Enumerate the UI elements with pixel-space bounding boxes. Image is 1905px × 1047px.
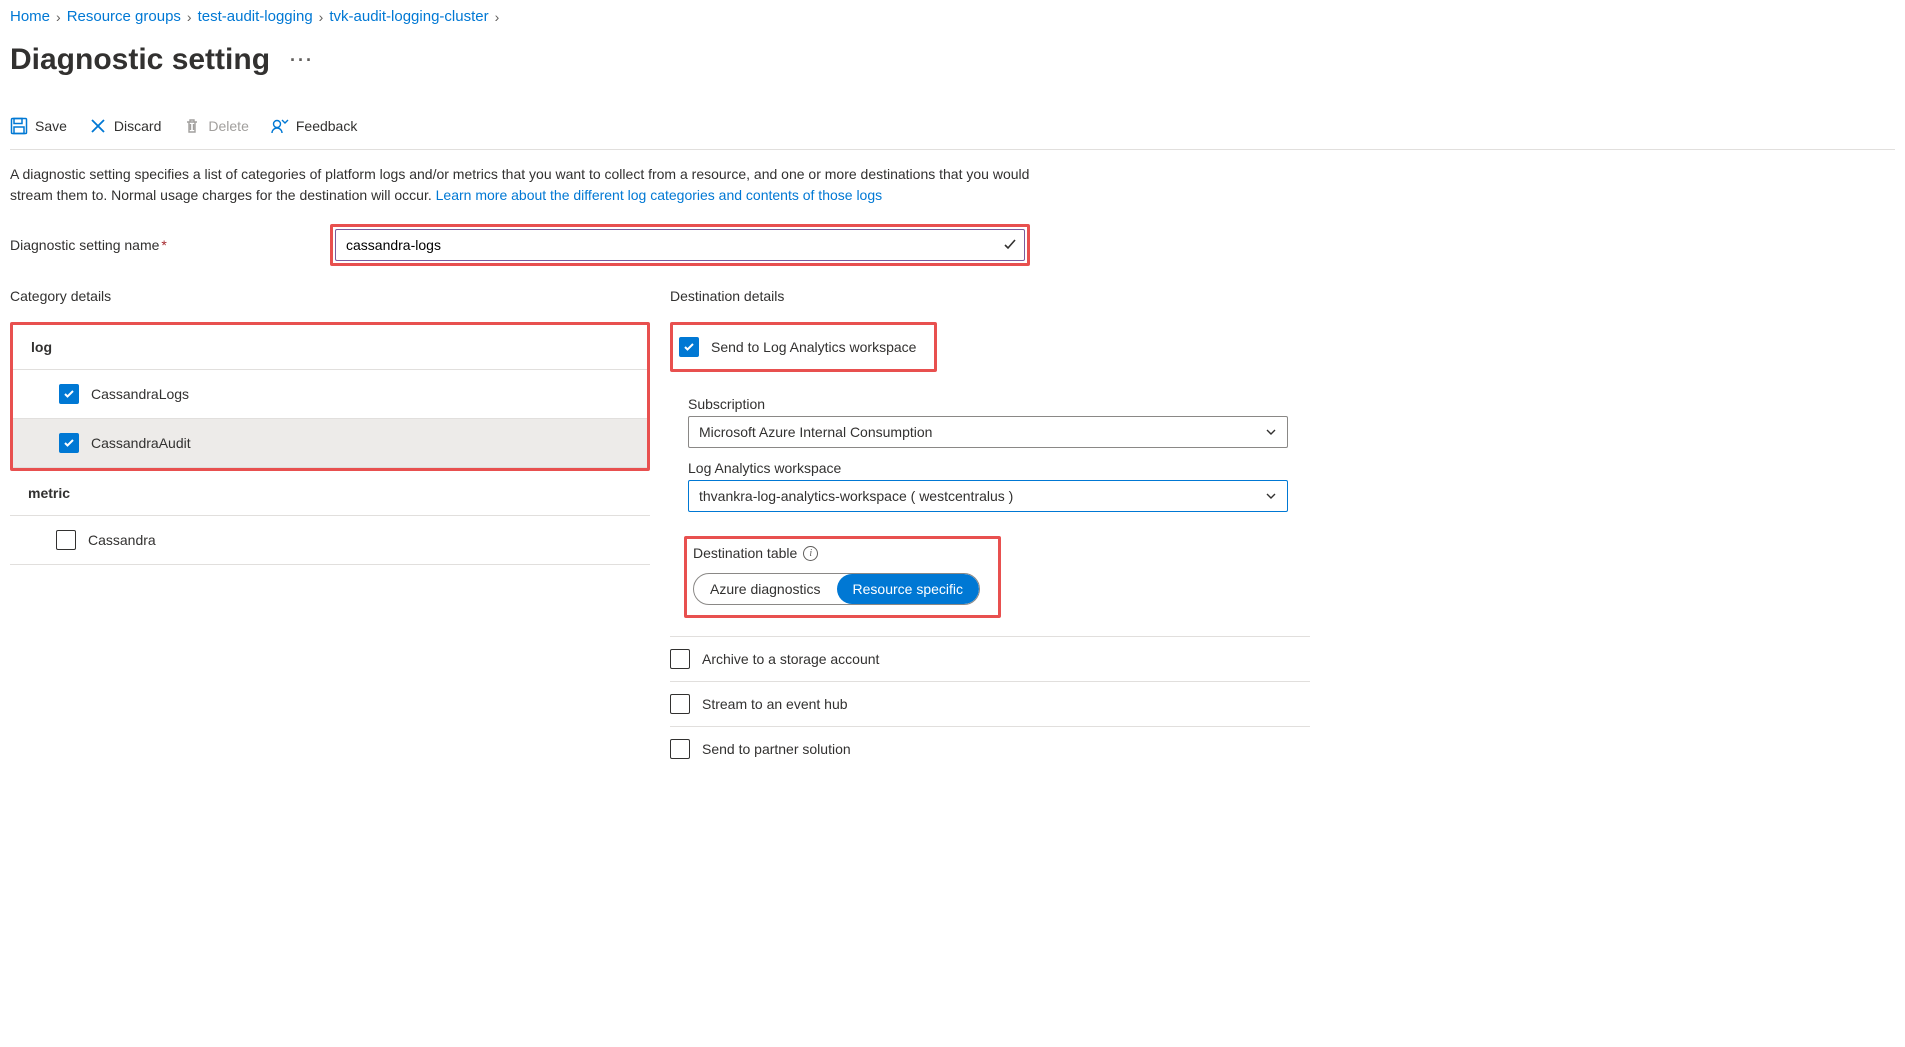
chevron-right-icon: › (56, 9, 61, 25)
trash-icon (183, 117, 201, 135)
chevron-down-icon (1265, 490, 1277, 502)
diagnostic-name-input[interactable] (335, 229, 1025, 261)
breadcrumb: Home › Resource groups › test-audit-logg… (10, 8, 1895, 25)
name-field-row: Diagnostic setting name* (10, 224, 1895, 266)
category-column: Category details log CassandraLogs Cassa… (10, 288, 650, 771)
checkbox-cassandra-logs[interactable] (59, 384, 79, 404)
pill-resource-specific[interactable]: Resource specific (837, 574, 980, 604)
name-label: Diagnostic setting name* (10, 237, 330, 253)
chevron-right-icon: › (187, 9, 192, 25)
checkbox-stream[interactable] (670, 694, 690, 714)
archive-label: Archive to a storage account (702, 651, 879, 667)
dest-table-toggle[interactable]: Azure diagnostics Resource specific (693, 573, 980, 605)
breadcrumb-home[interactable]: Home (10, 8, 50, 25)
breadcrumb-test-audit-logging[interactable]: test-audit-logging (198, 8, 313, 25)
stream-label: Stream to an event hub (702, 696, 848, 712)
description-text: A diagnostic setting specifies a list of… (10, 164, 1060, 206)
checkbox-archive[interactable] (670, 649, 690, 669)
chevron-right-icon: › (495, 9, 500, 25)
log-item-label: CassandraLogs (91, 386, 189, 402)
destination-details-label: Destination details (670, 288, 1310, 304)
stream-row[interactable]: Stream to an event hub (670, 682, 1310, 727)
subscription-label: Subscription (688, 396, 1310, 412)
metric-group-header: metric (10, 471, 650, 516)
send-la-label: Send to Log Analytics workspace (711, 339, 916, 355)
breadcrumb-resource-groups[interactable]: Resource groups (67, 8, 181, 25)
category-details-label: Category details (10, 288, 650, 304)
check-icon (1003, 238, 1017, 252)
chevron-down-icon (1265, 426, 1277, 438)
log-item-cassandra-audit[interactable]: CassandraAudit (13, 419, 647, 468)
breadcrumb-cluster[interactable]: tvk-audit-logging-cluster (329, 8, 488, 25)
delete-button: Delete (183, 117, 248, 135)
checkbox-cassandra-metric[interactable] (56, 530, 76, 550)
workspace-select[interactable]: thvankra-log-analytics-workspace ( westc… (688, 480, 1288, 512)
partner-row[interactable]: Send to partner solution (670, 727, 1310, 771)
workspace-label: Log Analytics workspace (688, 460, 1310, 476)
save-button[interactable]: Save (10, 117, 67, 135)
metric-item-cassandra[interactable]: Cassandra (10, 516, 650, 565)
log-group-header: log (13, 325, 647, 370)
info-icon[interactable]: i (803, 546, 818, 561)
chevron-right-icon: › (319, 9, 324, 25)
toolbar: Save Discard Delete Feedback (10, 117, 1895, 150)
learn-more-link[interactable]: Learn more about the different log categ… (436, 187, 882, 203)
save-icon (10, 117, 28, 135)
log-item-cassandra-logs[interactable]: CassandraLogs (13, 370, 647, 419)
page-title: Diagnostic setting ··· (10, 43, 1895, 77)
discard-button[interactable]: Discard (89, 117, 161, 135)
destination-column: Destination details Send to Log Analytic… (670, 288, 1310, 771)
metric-item-label: Cassandra (88, 532, 156, 548)
log-item-label: CassandraAudit (91, 435, 191, 451)
feedback-icon (271, 117, 289, 135)
dest-table-label: Destination table i (693, 545, 980, 561)
subscription-select[interactable]: Microsoft Azure Internal Consumption (688, 416, 1288, 448)
partner-label: Send to partner solution (702, 741, 851, 757)
checkbox-send-la[interactable] (679, 337, 699, 357)
more-menu-icon[interactable]: ··· (290, 50, 314, 71)
feedback-button[interactable]: Feedback (271, 117, 357, 135)
close-icon (89, 117, 107, 135)
send-log-analytics-row[interactable]: Send to Log Analytics workspace (670, 322, 937, 372)
checkbox-partner[interactable] (670, 739, 690, 759)
pill-azure-diagnostics[interactable]: Azure diagnostics (694, 574, 837, 604)
archive-row[interactable]: Archive to a storage account (670, 636, 1310, 682)
checkbox-cassandra-audit[interactable] (59, 433, 79, 453)
